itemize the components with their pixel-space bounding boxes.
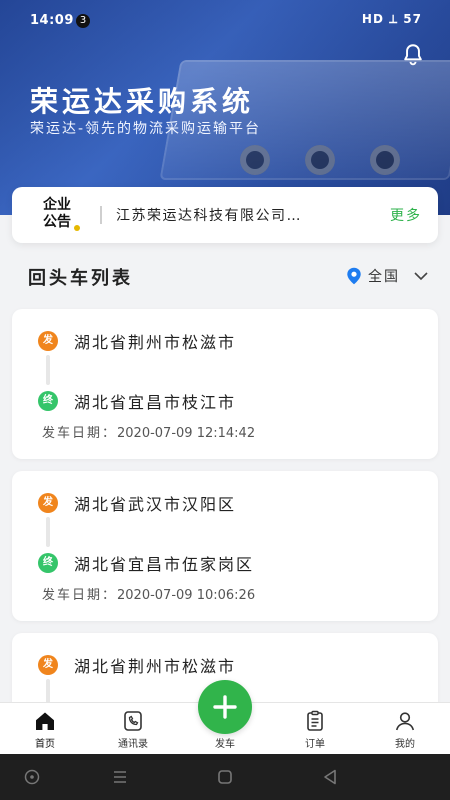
app-title: 荣运达采购系统 <box>30 85 255 118</box>
tab-orders[interactable]: 订单 <box>280 709 350 750</box>
destination-tag: 终 <box>38 553 58 573</box>
destination-address: 湖北省宜昌市伍家岗区 <box>74 555 255 574</box>
tab-label: 首页 <box>35 739 55 750</box>
logo-dot <box>74 225 80 231</box>
more-link[interactable]: 更多 <box>390 205 422 225</box>
profile-icon <box>396 712 414 731</box>
origin-address: 湖北省荆州市松滋市 <box>74 333 237 352</box>
divider <box>100 206 102 224</box>
departure-date-value: 2020-07-09 12:14:42 <box>117 426 256 441</box>
trip-card[interactable]: 发 终 湖北省武汉市汉阳区 湖北省宜昌市伍家岗区 发车日期：2020-07-09… <box>12 471 438 621</box>
tab-label: 通讯录 <box>118 739 148 750</box>
publish-trip-button[interactable] <box>198 680 252 734</box>
region-selector[interactable]: 全国 <box>346 266 428 286</box>
assistant-nav-icon[interactable] <box>22 767 42 787</box>
announcement-bar[interactable]: 企业 公告 江苏荣运达科技有限公司… 更多 <box>12 187 438 243</box>
region-label: 全国 <box>368 269 400 285</box>
home-nav-icon[interactable] <box>215 767 235 787</box>
app-subtitle: 荣运达-领先的物流采购运输平台 <box>30 121 262 137</box>
origin-address: 湖北省武汉市汉阳区 <box>74 495 237 514</box>
origin-tag: 发 <box>38 493 58 513</box>
truck-wheel <box>370 145 400 175</box>
tab-label: 我的 <box>395 739 415 750</box>
announcement-text[interactable]: 江苏荣运达科技有限公司… <box>116 205 376 225</box>
status-indicators: HD ⟂ 57 <box>361 12 422 26</box>
destination-address: 湖北省宜昌市枝江市 <box>74 393 237 412</box>
announcement-logo: 企业 公告 <box>38 197 80 233</box>
add-icon <box>213 695 237 719</box>
tab-contacts[interactable]: 通讯录 <box>98 709 168 750</box>
route-connector <box>46 517 50 547</box>
tab-home[interactable]: 首页 <box>10 709 80 750</box>
notification-count-badge: 3 <box>76 14 90 28</box>
truck-wheel <box>305 145 335 175</box>
system-navigation-bar <box>0 754 450 800</box>
orders-icon <box>307 710 323 731</box>
contacts-icon <box>124 711 142 731</box>
section-title: 回头车列表 <box>28 268 133 289</box>
back-nav-icon[interactable] <box>320 767 340 787</box>
tab-label: 发车 <box>215 739 235 750</box>
menu-nav-icon[interactable] <box>110 767 130 787</box>
status-time: 14:09 <box>30 13 74 28</box>
logo-line: 公告 <box>43 214 71 230</box>
bell-icon[interactable] <box>400 42 426 68</box>
tab-profile[interactable]: 我的 <box>370 709 440 750</box>
home-icon <box>36 712 54 730</box>
tab-publish[interactable]: 发车 <box>190 735 260 750</box>
departure-date: 发车日期：2020-07-09 12:14:42 <box>42 422 255 441</box>
origin-tag: 发 <box>38 655 58 675</box>
status-bar: 14:09 3 HD ⟂ 57 <box>0 0 450 42</box>
logo-line: 企业 <box>43 197 71 213</box>
departure-date-label: 发车日期： <box>42 426 118 441</box>
location-pin-icon <box>347 267 361 285</box>
departure-date-label: 发车日期： <box>42 588 118 603</box>
departure-date: 发车日期：2020-07-09 10:06:26 <box>42 584 255 603</box>
chevron-down-icon <box>414 272 428 281</box>
route-connector <box>46 355 50 385</box>
trip-card[interactable]: 发 终 湖北省荆州市松滋市 湖北省宜昌市枝江市 发车日期：2020-07-09 … <box>12 309 438 459</box>
origin-address: 湖北省荆州市松滋市 <box>74 657 237 676</box>
departure-date-value: 2020-07-09 10:06:26 <box>117 588 256 603</box>
tab-label: 订单 <box>305 739 325 750</box>
truck-wheel <box>240 145 270 175</box>
destination-tag: 终 <box>38 391 58 411</box>
origin-tag: 发 <box>38 331 58 351</box>
